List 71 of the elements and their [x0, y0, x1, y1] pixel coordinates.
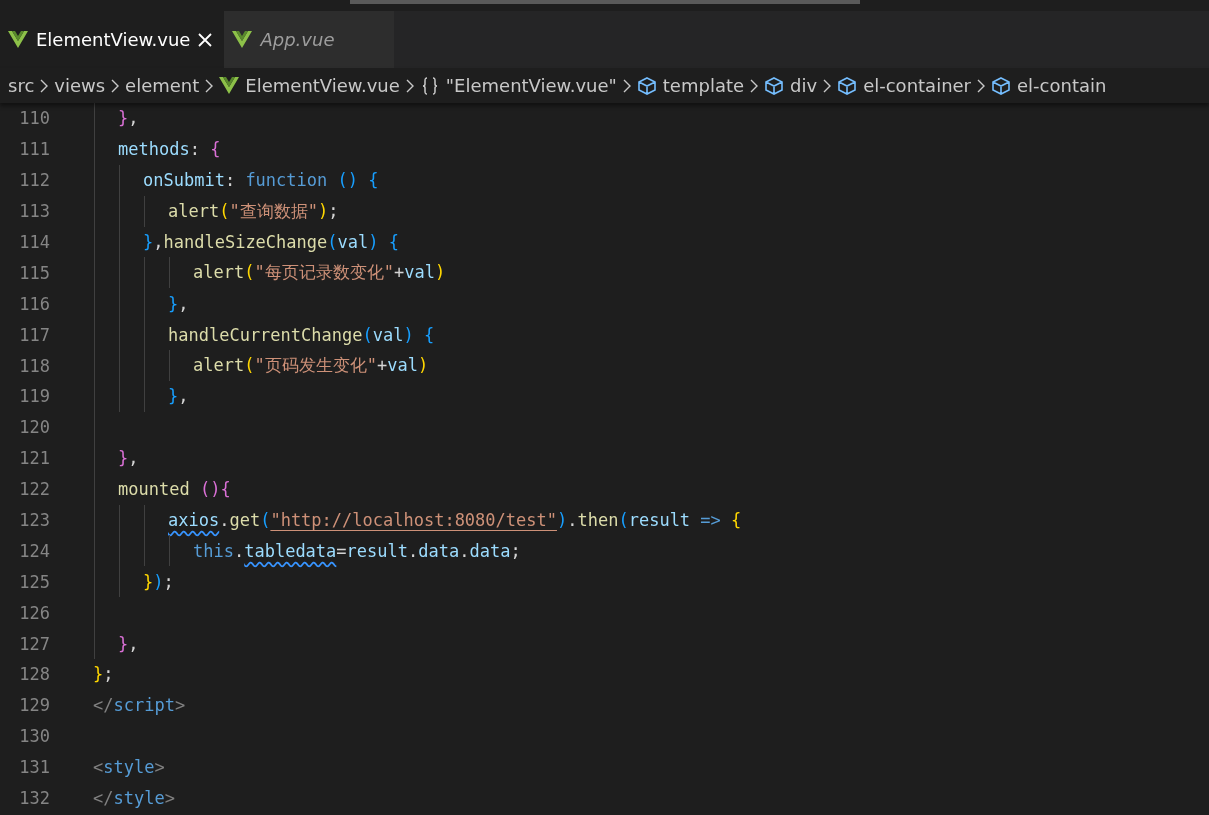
code-line: </script>	[93, 695, 186, 716]
line-number: 112	[18, 170, 50, 191]
cube-icon	[764, 75, 785, 96]
chevron-icon	[40, 78, 49, 93]
code-line: this.tabledata=result.data.data;	[192, 540, 521, 561]
code-line: });	[142, 571, 174, 592]
code-line: alert("查询数据");	[167, 199, 339, 223]
line-number: 121	[18, 448, 50, 469]
breadcrumb-item[interactable]: div	[790, 75, 818, 96]
line-number: 122	[18, 479, 50, 500]
close-icon[interactable]	[198, 32, 213, 47]
line-number: 114	[18, 232, 50, 252]
code-line: </style>	[93, 788, 175, 809]
vue-icon	[8, 31, 28, 48]
cube-icon	[837, 75, 858, 96]
line-number: 120	[18, 417, 50, 438]
breadcrumb-item[interactable]: views	[54, 75, 106, 96]
code-line: mounted (){	[117, 479, 231, 500]
line-number: 111	[18, 139, 50, 160]
editor-tab[interactable]: App.vue	[224, 11, 395, 68]
code-line: axios.get("http://localhost:8080/test").then(result => {	[167, 510, 742, 530]
vue-icon	[219, 77, 240, 94]
line-number: 125	[18, 571, 50, 592]
code-line: },handleSizeChange(val) {	[142, 232, 399, 252]
chevron-icon	[111, 78, 120, 93]
line-number: 117	[18, 324, 50, 345]
editor-tab[interactable]: ElementView.vue	[0, 11, 225, 68]
scrollbar[interactable]	[350, 0, 860, 4]
chevron-icon	[750, 78, 759, 93]
line-number: 126	[18, 602, 50, 623]
line-number: 130	[18, 726, 50, 747]
breadcrumb-item[interactable]: src	[8, 75, 35, 96]
chevron-icon	[622, 78, 631, 93]
code-line: handleCurrentChange(val) {	[167, 324, 435, 345]
chevron-icon	[405, 78, 414, 93]
line-number: 110	[18, 108, 50, 129]
line-number: 131	[18, 757, 50, 778]
cube-icon	[991, 75, 1011, 96]
line-number: 116	[18, 293, 50, 314]
line-number: 132	[18, 788, 50, 809]
line-number: 127	[18, 633, 50, 654]
line-number: 113	[18, 201, 50, 222]
line-number: 115	[18, 262, 50, 283]
code-line: },	[117, 108, 139, 129]
code-line: };	[93, 664, 114, 685]
code-line: onSubmit: function () {	[142, 170, 379, 191]
breadcrumb-item[interactable]: "ElementView.vue"	[445, 75, 617, 96]
line-number: 124	[18, 540, 50, 561]
code-line: alert("每页记录数变化"+val)	[192, 261, 446, 285]
line-number: 118	[18, 355, 50, 376]
breadcrumb-item[interactable]: ElementView.vue	[245, 75, 400, 96]
breadcrumb-item[interactable]: element	[125, 75, 200, 96]
breadcrumb-item[interactable]: el-contain	[1017, 75, 1107, 96]
code-line: },	[167, 386, 189, 407]
code-line: <style>	[93, 757, 165, 778]
chevron-icon	[977, 78, 985, 93]
code-line: alert("页码发生变化"+val)	[192, 354, 429, 378]
chevron-icon	[823, 78, 832, 93]
line-number: 119	[18, 386, 50, 407]
code-line: methods: {	[117, 139, 221, 160]
chevron-icon	[205, 78, 214, 93]
cube-icon	[636, 75, 657, 96]
code-line: },	[117, 633, 139, 654]
vue-icon	[232, 31, 253, 48]
breadcrumb-item[interactable]: el-container	[863, 75, 971, 96]
breadcrumb-item[interactable]: template	[662, 75, 745, 96]
code-line: },	[167, 293, 189, 314]
line-number: 123	[18, 510, 50, 530]
line-number: 129	[18, 695, 50, 716]
code-line: },	[117, 448, 139, 469]
line-number: 128	[18, 664, 50, 685]
